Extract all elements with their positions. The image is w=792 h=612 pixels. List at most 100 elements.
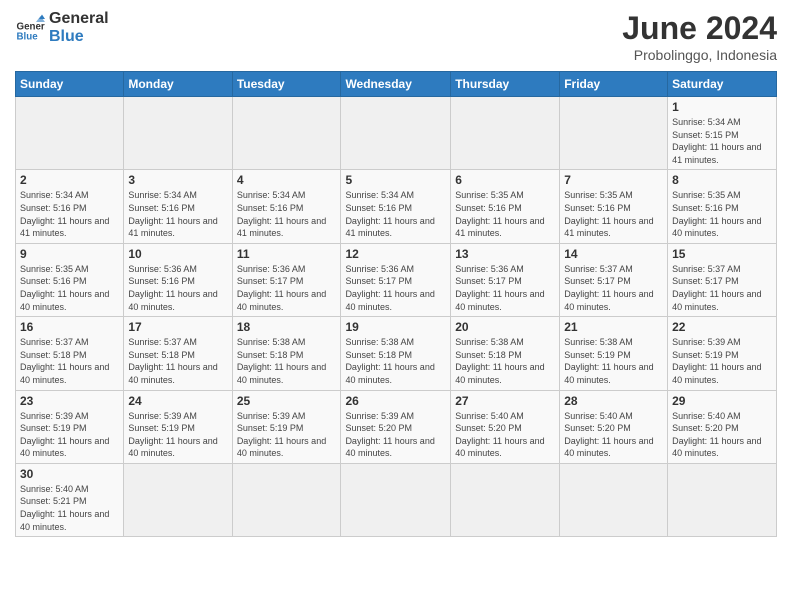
week-row-5: 23 Sunrise: 5:39 AMSunset: 5:19 PMDaylig… <box>16 390 777 463</box>
day-info-24: Sunrise: 5:39 AMSunset: 5:19 PMDaylight:… <box>128 410 227 460</box>
empty-cell <box>341 463 451 536</box>
empty-cell <box>124 97 232 170</box>
day-info-5: Sunrise: 5:34 AMSunset: 5:16 PMDaylight:… <box>345 189 446 239</box>
day-number-22: 22 <box>672 320 772 334</box>
week-row-4: 16 Sunrise: 5:37 AMSunset: 5:18 PMDaylig… <box>16 317 777 390</box>
day-cell-3: 3 Sunrise: 5:34 AMSunset: 5:16 PMDayligh… <box>124 170 232 243</box>
day-cell-1: 1 Sunrise: 5:34 AMSunset: 5:15 PMDayligh… <box>668 97 777 170</box>
day-number-10: 10 <box>128 247 227 261</box>
day-number-16: 16 <box>20 320 119 334</box>
day-cell-9: 9 Sunrise: 5:35 AMSunset: 5:16 PMDayligh… <box>16 243 124 316</box>
day-number-9: 9 <box>20 247 119 261</box>
day-number-1: 1 <box>672 100 772 114</box>
day-cell-19: 19 Sunrise: 5:38 AMSunset: 5:18 PMDaylig… <box>341 317 451 390</box>
day-info-29: Sunrise: 5:40 AMSunset: 5:20 PMDaylight:… <box>672 410 772 460</box>
day-info-11: Sunrise: 5:36 AMSunset: 5:17 PMDaylight:… <box>237 263 337 313</box>
day-cell-12: 12 Sunrise: 5:36 AMSunset: 5:17 PMDaylig… <box>341 243 451 316</box>
logo-general-text: General <box>49 10 109 28</box>
day-number-27: 27 <box>455 394 555 408</box>
empty-cell <box>232 463 341 536</box>
day-cell-13: 13 Sunrise: 5:36 AMSunset: 5:17 PMDaylig… <box>451 243 560 316</box>
day-cell-17: 17 Sunrise: 5:37 AMSunset: 5:18 PMDaylig… <box>124 317 232 390</box>
month-title: June 2024 <box>622 10 777 47</box>
day-info-14: Sunrise: 5:37 AMSunset: 5:17 PMDaylight:… <box>564 263 663 313</box>
day-number-12: 12 <box>345 247 446 261</box>
empty-cell <box>451 463 560 536</box>
day-info-27: Sunrise: 5:40 AMSunset: 5:20 PMDaylight:… <box>455 410 555 460</box>
day-info-21: Sunrise: 5:38 AMSunset: 5:19 PMDaylight:… <box>564 336 663 386</box>
day-info-19: Sunrise: 5:38 AMSunset: 5:18 PMDaylight:… <box>345 336 446 386</box>
header-saturday: Saturday <box>668 72 777 97</box>
day-info-10: Sunrise: 5:36 AMSunset: 5:16 PMDaylight:… <box>128 263 227 313</box>
day-info-3: Sunrise: 5:34 AMSunset: 5:16 PMDaylight:… <box>128 189 227 239</box>
empty-cell <box>560 97 668 170</box>
day-info-16: Sunrise: 5:37 AMSunset: 5:18 PMDaylight:… <box>20 336 119 386</box>
day-number-19: 19 <box>345 320 446 334</box>
week-row-6: 30 Sunrise: 5:40 AMSunset: 5:21 PMDaylig… <box>16 463 777 536</box>
logo-blue-text: Blue <box>49 28 109 46</box>
day-info-6: Sunrise: 5:35 AMSunset: 5:16 PMDaylight:… <box>455 189 555 239</box>
day-info-28: Sunrise: 5:40 AMSunset: 5:20 PMDaylight:… <box>564 410 663 460</box>
header-thursday: Thursday <box>451 72 560 97</box>
day-info-7: Sunrise: 5:35 AMSunset: 5:16 PMDaylight:… <box>564 189 663 239</box>
day-cell-23: 23 Sunrise: 5:39 AMSunset: 5:19 PMDaylig… <box>16 390 124 463</box>
day-number-5: 5 <box>345 173 446 187</box>
day-number-14: 14 <box>564 247 663 261</box>
empty-cell <box>16 97 124 170</box>
day-cell-6: 6 Sunrise: 5:35 AMSunset: 5:16 PMDayligh… <box>451 170 560 243</box>
empty-cell <box>668 463 777 536</box>
empty-cell <box>451 97 560 170</box>
day-number-6: 6 <box>455 173 555 187</box>
day-info-12: Sunrise: 5:36 AMSunset: 5:17 PMDaylight:… <box>345 263 446 313</box>
day-info-18: Sunrise: 5:38 AMSunset: 5:18 PMDaylight:… <box>237 336 337 386</box>
day-number-15: 15 <box>672 247 772 261</box>
day-info-23: Sunrise: 5:39 AMSunset: 5:19 PMDaylight:… <box>20 410 119 460</box>
day-number-20: 20 <box>455 320 555 334</box>
day-cell-25: 25 Sunrise: 5:39 AMSunset: 5:19 PMDaylig… <box>232 390 341 463</box>
day-number-25: 25 <box>237 394 337 408</box>
header-friday: Friday <box>560 72 668 97</box>
header: General Blue General Blue June 2024 Prob… <box>15 10 777 63</box>
day-info-30: Sunrise: 5:40 AMSunset: 5:21 PMDaylight:… <box>20 483 119 533</box>
day-cell-28: 28 Sunrise: 5:40 AMSunset: 5:20 PMDaylig… <box>560 390 668 463</box>
day-cell-8: 8 Sunrise: 5:35 AMSunset: 5:16 PMDayligh… <box>668 170 777 243</box>
day-number-17: 17 <box>128 320 227 334</box>
week-row-2: 2 Sunrise: 5:34 AMSunset: 5:16 PMDayligh… <box>16 170 777 243</box>
day-number-2: 2 <box>20 173 119 187</box>
day-cell-16: 16 Sunrise: 5:37 AMSunset: 5:18 PMDaylig… <box>16 317 124 390</box>
day-cell-2: 2 Sunrise: 5:34 AMSunset: 5:16 PMDayligh… <box>16 170 124 243</box>
empty-cell <box>560 463 668 536</box>
day-info-1: Sunrise: 5:34 AMSunset: 5:15 PMDaylight:… <box>672 116 772 166</box>
day-info-26: Sunrise: 5:39 AMSunset: 5:20 PMDaylight:… <box>345 410 446 460</box>
day-number-24: 24 <box>128 394 227 408</box>
day-info-15: Sunrise: 5:37 AMSunset: 5:17 PMDaylight:… <box>672 263 772 313</box>
day-cell-15: 15 Sunrise: 5:37 AMSunset: 5:17 PMDaylig… <box>668 243 777 316</box>
day-cell-27: 27 Sunrise: 5:40 AMSunset: 5:20 PMDaylig… <box>451 390 560 463</box>
empty-cell <box>341 97 451 170</box>
day-cell-26: 26 Sunrise: 5:39 AMSunset: 5:20 PMDaylig… <box>341 390 451 463</box>
day-cell-29: 29 Sunrise: 5:40 AMSunset: 5:20 PMDaylig… <box>668 390 777 463</box>
day-number-21: 21 <box>564 320 663 334</box>
day-cell-30: 30 Sunrise: 5:40 AMSunset: 5:21 PMDaylig… <box>16 463 124 536</box>
day-number-23: 23 <box>20 394 119 408</box>
day-info-22: Sunrise: 5:39 AMSunset: 5:19 PMDaylight:… <box>672 336 772 386</box>
day-number-8: 8 <box>672 173 772 187</box>
day-cell-11: 11 Sunrise: 5:36 AMSunset: 5:17 PMDaylig… <box>232 243 341 316</box>
day-number-18: 18 <box>237 320 337 334</box>
week-row-3: 9 Sunrise: 5:35 AMSunset: 5:16 PMDayligh… <box>16 243 777 316</box>
day-info-20: Sunrise: 5:38 AMSunset: 5:18 PMDaylight:… <box>455 336 555 386</box>
day-number-28: 28 <box>564 394 663 408</box>
day-number-4: 4 <box>237 173 337 187</box>
day-info-8: Sunrise: 5:35 AMSunset: 5:16 PMDaylight:… <box>672 189 772 239</box>
logo: General Blue General Blue <box>15 10 109 45</box>
day-number-7: 7 <box>564 173 663 187</box>
day-info-25: Sunrise: 5:39 AMSunset: 5:19 PMDaylight:… <box>237 410 337 460</box>
day-number-30: 30 <box>20 467 119 481</box>
day-info-4: Sunrise: 5:34 AMSunset: 5:16 PMDaylight:… <box>237 189 337 239</box>
day-cell-14: 14 Sunrise: 5:37 AMSunset: 5:17 PMDaylig… <box>560 243 668 316</box>
title-area: June 2024 Probolinggo, Indonesia <box>622 10 777 63</box>
calendar-table: Sunday Monday Tuesday Wednesday Thursday… <box>15 71 777 537</box>
day-info-9: Sunrise: 5:35 AMSunset: 5:16 PMDaylight:… <box>20 263 119 313</box>
day-number-11: 11 <box>237 247 337 261</box>
generalblue-logo-icon: General Blue <box>15 13 45 43</box>
